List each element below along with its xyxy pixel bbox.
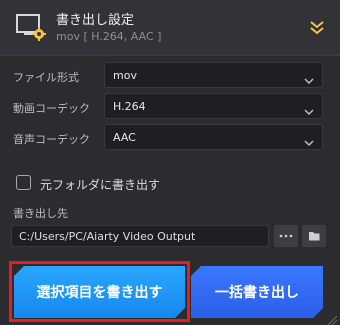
chevron-down-icon — [304, 133, 314, 147]
folder-icon — [309, 232, 320, 241]
browse-more-button[interactable] — [274, 225, 298, 247]
output-destination-label: 書き出し先 — [13, 207, 68, 220]
file-format-label: ファイル形式 — [13, 71, 79, 84]
more-dots-icon — [279, 234, 293, 238]
original-folder-option[interactable]: 元フォルダに書き出す — [16, 173, 316, 193]
monitor-settings-icon — [16, 14, 46, 42]
audio-codec-row: 音声コーデック AAC — [0, 124, 340, 152]
collapse-chevron-icon[interactable] — [308, 18, 326, 36]
export-all-button[interactable]: 一括書き出し — [191, 266, 323, 318]
export-selected-button[interactable]: 選択項目を書き出す — [14, 266, 185, 318]
chevron-down-icon — [304, 71, 314, 85]
file-format-row: ファイル形式 mov — [0, 62, 340, 90]
panel-subtitle: mov [ H.264, AAC ] — [56, 30, 162, 43]
chevron-down-icon — [304, 102, 314, 116]
export-all-label: 一括書き出し — [215, 285, 299, 301]
audio-codec-select[interactable]: AAC — [104, 124, 323, 150]
file-format-select[interactable]: mov — [104, 62, 323, 88]
original-folder-checkbox[interactable] — [16, 175, 31, 190]
panel-title: 書き出し設定 — [56, 13, 135, 28]
output-path-value: C:/Users/PC/Aiarty Video Output — [19, 230, 196, 243]
open-folder-button[interactable] — [302, 225, 326, 247]
file-format-value: mov — [113, 69, 137, 82]
export-settings-panel: 書き出し設定 mov [ H.264, AAC ] ファイル形式 mov 動画コ… — [0, 0, 340, 325]
video-codec-value: H.264 — [113, 100, 146, 113]
video-codec-select[interactable]: H.264 — [104, 93, 323, 119]
original-folder-label: 元フォルダに書き出す — [40, 178, 161, 192]
audio-codec-value: AAC — [113, 131, 136, 144]
video-codec-row: 動画コーデック H.264 — [0, 93, 340, 121]
export-settings-header[interactable]: 書き出し設定 mov [ H.264, AAC ] — [0, 0, 340, 56]
output-path-field[interactable]: C:/Users/PC/Aiarty Video Output — [11, 225, 269, 247]
video-codec-label: 動画コーデック — [13, 102, 90, 115]
resize-grip-icon[interactable] — [326, 311, 338, 325]
audio-codec-label: 音声コーデック — [13, 133, 90, 146]
export-selected-label: 選択項目を書き出す — [36, 285, 163, 301]
